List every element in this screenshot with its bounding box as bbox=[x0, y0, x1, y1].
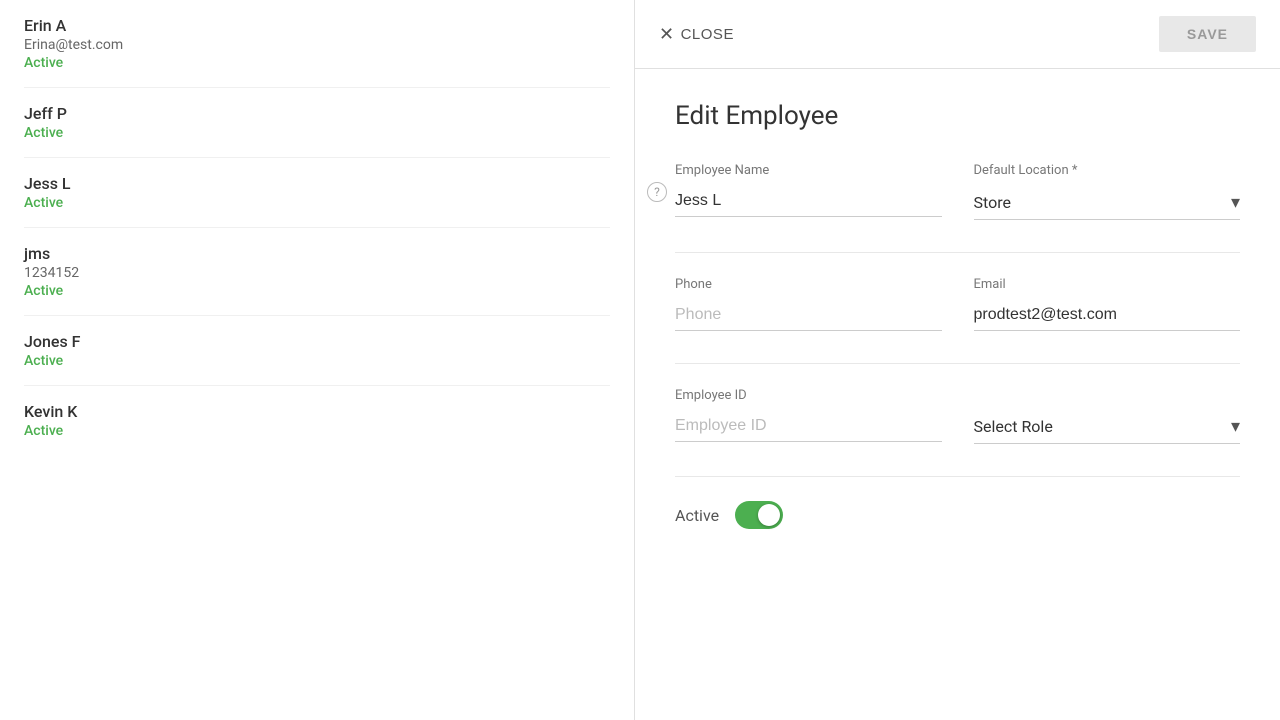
edit-panel: ✕ CLOSE SAVE Edit Employee ? Employee Na… bbox=[635, 0, 1280, 720]
close-x-icon: ✕ bbox=[659, 24, 675, 45]
employee-list-item[interactable]: Jones F Active bbox=[24, 316, 610, 386]
phone-label: Phone bbox=[675, 277, 942, 292]
active-label: Active bbox=[675, 506, 719, 525]
role-dropdown-icon: ▾ bbox=[1231, 416, 1240, 437]
employee-list-item[interactable]: Erin A Erina@test.com Active bbox=[24, 0, 610, 88]
default-location-select[interactable]: Store ▾ bbox=[974, 186, 1241, 220]
form-title: Edit Employee bbox=[675, 101, 1240, 131]
default-location-value: Store bbox=[974, 193, 1231, 212]
employee-item-name: Kevin K bbox=[24, 402, 610, 421]
employee-id-label: Employee ID bbox=[675, 388, 942, 403]
divider-2 bbox=[675, 363, 1240, 364]
select-role-group: Select Role ▾ bbox=[974, 388, 1241, 444]
employee-item-status: Active bbox=[24, 283, 610, 299]
phone-email-row: Phone Email bbox=[675, 277, 1240, 331]
id-role-row: Employee ID Select Role ▾ bbox=[675, 388, 1240, 444]
employee-item-name: Jeff P bbox=[24, 104, 610, 123]
employee-list-item[interactable]: Jeff P Active bbox=[24, 88, 610, 158]
location-dropdown-icon: ▾ bbox=[1231, 192, 1240, 213]
panel-header: ✕ CLOSE SAVE bbox=[635, 0, 1280, 69]
employee-item-email: Erina@test.com bbox=[24, 37, 610, 53]
employee-item-status: Active bbox=[24, 195, 610, 211]
email-input[interactable] bbox=[974, 300, 1241, 331]
employee-item-name: Jess L bbox=[24, 174, 610, 193]
employee-item-name: Jones F bbox=[24, 332, 610, 351]
employee-name-group: Employee Name bbox=[675, 163, 942, 220]
employee-item-status: Active bbox=[24, 125, 610, 141]
email-group: Email bbox=[974, 277, 1241, 331]
email-label: Email bbox=[974, 277, 1241, 292]
divider-1 bbox=[675, 252, 1240, 253]
employee-list-item[interactable]: Jess L Active bbox=[24, 158, 610, 228]
active-toggle[interactable] bbox=[735, 501, 783, 529]
default-location-label: Default Location * bbox=[974, 163, 1241, 178]
employee-list-item[interactable]: Kevin K Active bbox=[24, 386, 610, 455]
toggle-slider bbox=[735, 501, 783, 529]
employee-id-group: Employee ID bbox=[675, 388, 942, 444]
close-label: CLOSE bbox=[681, 26, 734, 43]
employee-id-input[interactable] bbox=[675, 411, 942, 442]
active-toggle-row: Active bbox=[675, 501, 1240, 529]
employee-item-id: 1234152 bbox=[24, 265, 610, 281]
employee-list-item[interactable]: jms 1234152 Active bbox=[24, 228, 610, 316]
form-content: Edit Employee ? Employee Name Default Lo… bbox=[635, 69, 1280, 720]
employee-item-name: Erin A bbox=[24, 16, 610, 35]
employee-name-label: Employee Name bbox=[675, 163, 942, 178]
employee-item-status: Active bbox=[24, 423, 610, 439]
help-icon[interactable]: ? bbox=[647, 182, 667, 202]
phone-group: Phone bbox=[675, 277, 942, 331]
employee-name-input[interactable] bbox=[675, 186, 942, 217]
default-location-group: Default Location * Store ▾ bbox=[974, 163, 1241, 220]
save-button[interactable]: SAVE bbox=[1159, 16, 1256, 52]
phone-input[interactable] bbox=[675, 300, 942, 331]
employee-item-status: Active bbox=[24, 55, 610, 71]
close-button[interactable]: ✕ CLOSE bbox=[659, 24, 734, 45]
employee-item-name: jms bbox=[24, 244, 610, 263]
select-role-dropdown[interactable]: Select Role ▾ bbox=[974, 410, 1241, 444]
divider-3 bbox=[675, 476, 1240, 477]
employee-list: Erin AErina@test.comActiveJeff PActiveJe… bbox=[0, 0, 635, 720]
employee-item-status: Active bbox=[24, 353, 610, 369]
select-role-value: Select Role bbox=[974, 417, 1231, 436]
name-location-row: ? Employee Name Default Location * Store… bbox=[675, 163, 1240, 220]
